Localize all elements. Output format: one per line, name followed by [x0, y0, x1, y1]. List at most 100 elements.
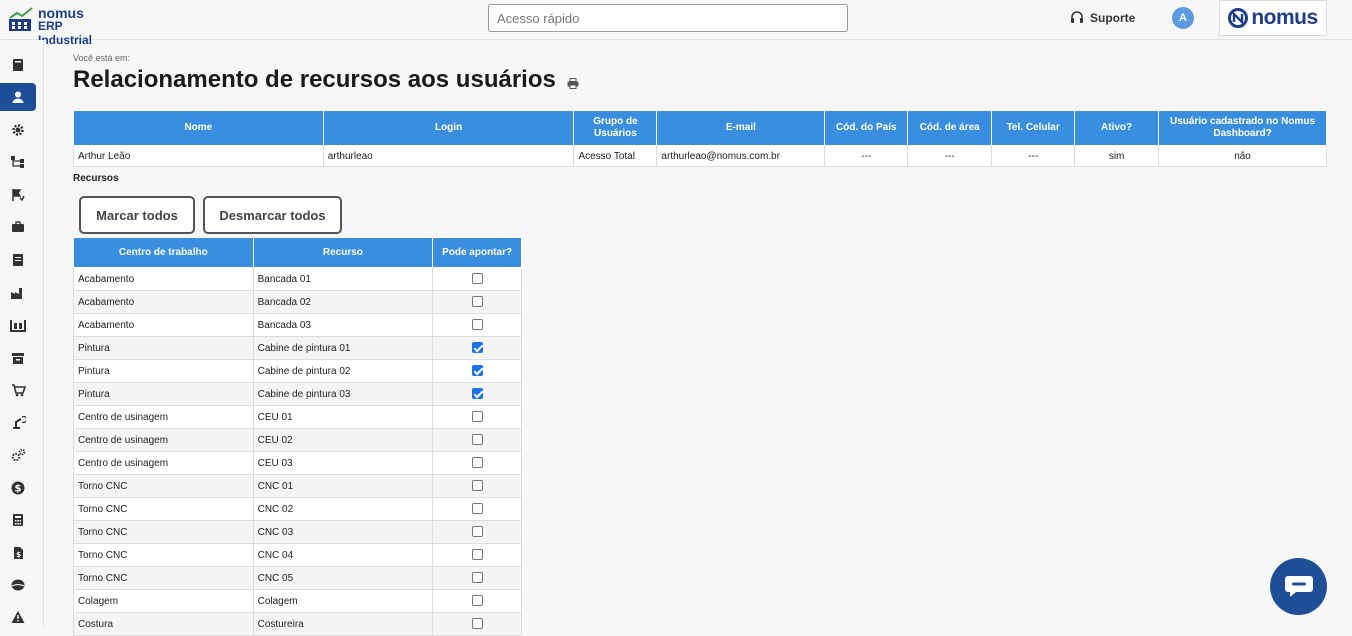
nomus-logo-icon — [1228, 8, 1249, 28]
col-header-mobile: Tel. Celular — [991, 110, 1076, 146]
table-row: Torno CNC CNC 05 — [73, 566, 522, 590]
can-report-checkbox[interactable] — [471, 434, 483, 446]
can-report-checkbox[interactable] — [471, 480, 483, 492]
can-report-checkbox[interactable] — [471, 273, 483, 285]
cell-work-center: Torno CNC — [73, 566, 254, 590]
warning-icon — [11, 611, 25, 623]
can-report-checkbox[interactable] — [471, 388, 483, 400]
cell-can-report — [432, 612, 522, 636]
cell-can-report — [432, 543, 522, 567]
col-header-login: Login — [322, 110, 575, 146]
can-report-checkbox[interactable] — [471, 503, 483, 515]
support-link[interactable]: Suporte — [1070, 11, 1135, 25]
can-report-checkbox[interactable] — [471, 411, 483, 423]
gear-icon — [12, 124, 24, 136]
robot-arm-icon — [12, 416, 26, 429]
can-report-checkbox[interactable] — [471, 365, 483, 377]
sidebar-item-documents[interactable] — [0, 246, 36, 274]
sidebar-item-users[interactable] — [0, 83, 36, 111]
sidebar-item-fiscal[interactable]: $ — [0, 539, 36, 567]
cell-work-center: Torno CNC — [73, 497, 254, 521]
cell-can-report — [432, 428, 522, 452]
briefcase-icon — [12, 221, 24, 232]
cell-work-center: Torno CNC — [73, 543, 254, 567]
globe-icon — [11, 579, 25, 591]
sidebar-item-structure[interactable] — [0, 148, 36, 176]
cell-work-center: Acabamento — [73, 267, 254, 291]
cell-can-report — [432, 336, 522, 360]
cell-resource: CNC 04 — [252, 543, 434, 567]
can-report-checkbox[interactable] — [471, 319, 483, 331]
cell-work-center: Acabamento — [73, 313, 254, 337]
sidebar-item-engineering[interactable] — [0, 409, 36, 437]
cell-resource: CEU 02 — [252, 428, 434, 452]
can-report-checkbox[interactable] — [471, 595, 483, 607]
sidebar-item-book[interactable] — [0, 51, 36, 79]
cell-resource: CNC 03 — [252, 520, 434, 544]
sidebar-item-commercial[interactable] — [0, 213, 36, 241]
cell-resource: Bancada 03 — [252, 313, 434, 337]
table-row: Pintura Cabine de pintura 01 — [73, 336, 522, 360]
avatar[interactable]: A — [1172, 7, 1194, 29]
sidebar-item-configuration[interactable] — [0, 441, 36, 469]
can-report-checkbox[interactable] — [471, 526, 483, 538]
can-report-checkbox[interactable] — [471, 296, 483, 308]
deselect-all-button[interactable]: Desmarcar todos — [203, 196, 342, 234]
can-report-checkbox[interactable] — [471, 549, 483, 561]
select-all-button[interactable]: Marcar todos — [79, 196, 195, 234]
sidebar-item-logistics[interactable] — [0, 311, 36, 339]
cell-resource: CEU 03 — [252, 451, 434, 475]
cell-work-center: Torno CNC — [73, 520, 254, 544]
quick-access-search-input[interactable] — [488, 4, 848, 32]
cell-mobile: --- — [991, 145, 1076, 167]
support-label: Suporte — [1090, 11, 1136, 25]
sidebar-item-purchases[interactable] — [0, 376, 36, 404]
can-report-checkbox[interactable] — [471, 572, 483, 584]
book-icon — [13, 59, 23, 71]
sidebar: $ $ — [0, 40, 44, 627]
sidebar-item-stock[interactable] — [0, 344, 36, 372]
table-row: Centro de usinagem CEU 01 — [73, 405, 522, 429]
brand-name: nomus — [1251, 6, 1318, 29]
cell-email: arthurleao@nomus.com.br — [656, 145, 826, 167]
col-header-email: E-mail — [656, 110, 826, 146]
sidebar-item-accounting[interactable] — [0, 506, 36, 534]
sidebar-item-quality[interactable] — [0, 181, 36, 209]
table-row: Torno CNC CNC 01 — [73, 474, 522, 498]
cell-can-report — [432, 566, 522, 590]
cell-group: Acesso Total — [573, 145, 658, 167]
cell-can-report — [432, 497, 522, 521]
sidebar-item-settings[interactable] — [0, 116, 36, 144]
document-icon — [13, 254, 23, 266]
cell-can-report — [432, 382, 522, 406]
col-header-name: Nome — [73, 110, 324, 146]
can-report-checkbox[interactable] — [471, 342, 483, 354]
cell-can-report — [432, 589, 522, 613]
cell-work-center: Centro de usinagem — [73, 405, 254, 429]
cell-work-center: Pintura — [73, 359, 254, 383]
sidebar-item-production[interactable] — [0, 279, 36, 307]
cell-login: arthurleao — [322, 145, 575, 167]
sidebar-item-global[interactable] — [0, 571, 36, 599]
resources-table-header-row: Centro de trabalho Recurso Pode apontar? — [73, 237, 522, 268]
logo-mark-icon — [9, 7, 33, 31]
cell-active: sim — [1074, 145, 1160, 167]
page-title: Relacionamento de recursos aos usuários — [73, 66, 579, 94]
warehouse-icon — [10, 320, 26, 332]
cell-work-center: Costura — [73, 612, 254, 636]
table-row: Torno CNC CNC 03 — [73, 520, 522, 544]
can-report-checkbox[interactable] — [471, 618, 483, 630]
cell-resource: CNC 05 — [252, 566, 434, 590]
app-logo[interactable]: nomus ERP Industrial — [8, 5, 118, 47]
cell-resource: Costureira — [252, 612, 434, 636]
print-icon[interactable] — [567, 78, 579, 89]
can-report-checkbox[interactable] — [471, 457, 483, 469]
chat-button[interactable] — [1270, 558, 1327, 615]
cell-can-report — [432, 405, 522, 429]
table-row: Pintura Cabine de pintura 03 — [73, 382, 522, 406]
invoice-icon: $ — [14, 547, 23, 559]
cell-resource: Bancada 01 — [252, 267, 434, 291]
breadcrumb: Você está em: — [73, 53, 131, 63]
svg-text:$: $ — [16, 551, 21, 559]
sidebar-item-finance[interactable]: $ — [0, 474, 36, 502]
